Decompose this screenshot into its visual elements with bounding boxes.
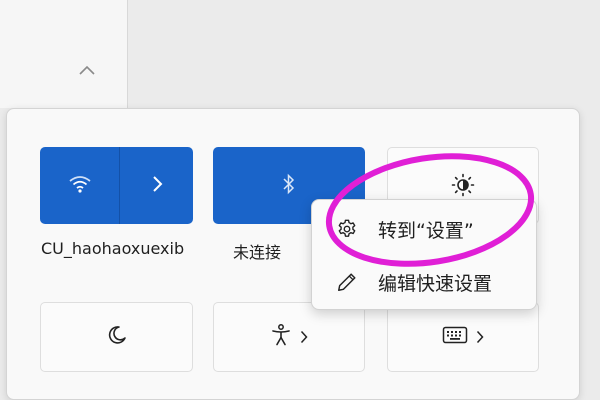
brightness-icon [451,173,475,201]
background-window [0,0,128,108]
menu-item-label: 编辑快速设置 [378,272,493,295]
wifi-label: CU_haohaoxuexib [41,239,185,258]
accessibility-tile[interactable] [213,302,365,372]
pencil-icon [334,269,360,295]
chevron-right-icon [151,175,163,197]
night-light-tile[interactable] [40,302,193,372]
chevron-right-icon[interactable] [300,330,308,344]
chevron-right-icon[interactable] [476,330,484,344]
context-menu: 转到“设置” 编辑快速设置 [311,199,537,310]
menu-item-label: 转到“设置” [378,219,474,242]
bluetooth-icon [282,173,296,199]
wifi-toggle[interactable] [40,147,119,224]
menu-item-edit-quick-settings[interactable]: 编辑快速设置 [312,257,536,307]
keyboard-icon [442,325,468,349]
bluetooth-label: 未连接 [233,243,282,262]
accessibility-icon [270,323,292,351]
chevron-up-icon[interactable] [72,58,102,82]
keyboard-tile[interactable] [387,302,539,372]
wifi-expand-button[interactable] [120,147,193,224]
wifi-tile[interactable] [40,147,193,224]
wifi-icon [68,174,92,198]
gear-icon [334,216,360,242]
moon-icon [106,324,128,350]
menu-item-go-to-settings[interactable]: 转到“设置” [312,204,536,254]
